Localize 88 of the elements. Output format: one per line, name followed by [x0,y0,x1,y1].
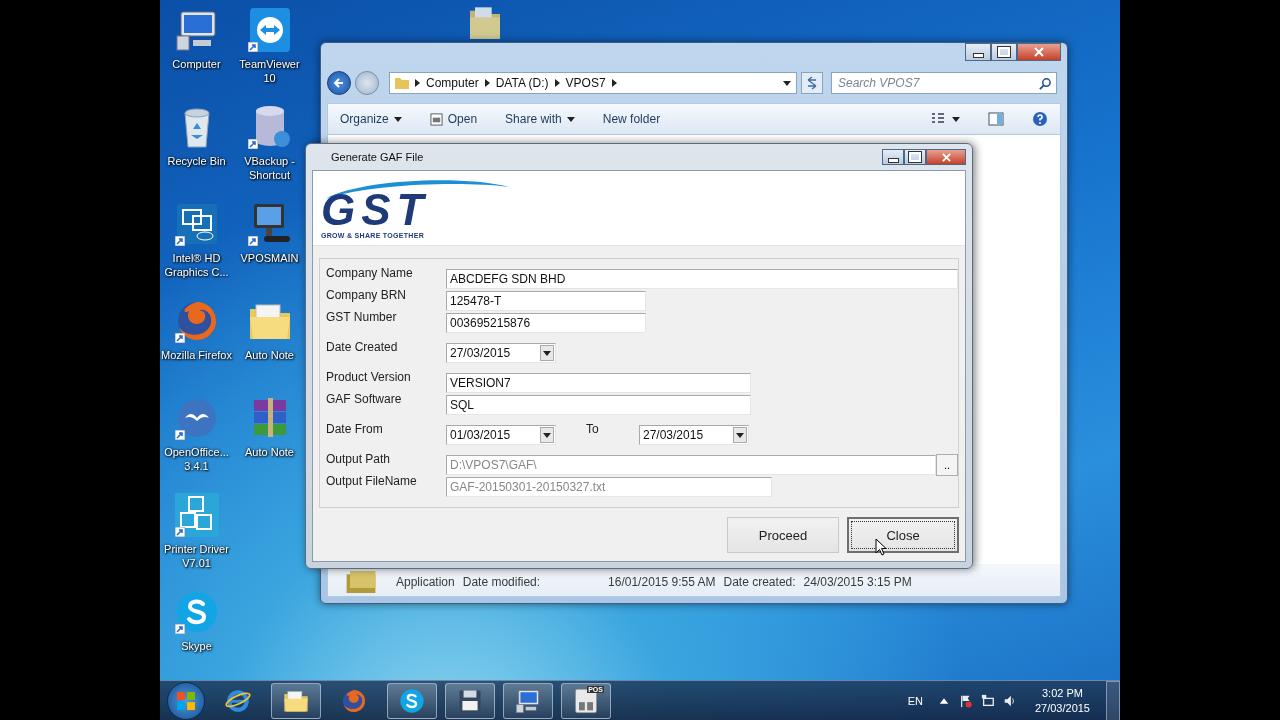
taskbar-button[interactable] [387,682,437,719]
text-field[interactable]: ABCDEFG SDN BHD [446,269,958,289]
desktop-icon[interactable]: VPOSMAIN [233,200,306,265]
file-detail: 24/03/2015 3:15 PM [803,575,912,589]
text-field[interactable]: SQL [446,395,751,415]
field-label: GAF Software [326,392,403,406]
desktop-icon[interactable]: Recycle Bin [160,103,233,168]
field-label: Product Version [326,370,412,384]
breadcrumb-item[interactable]: Computer [426,76,479,90]
text-field[interactable]: VERSION7 [446,373,751,393]
network-icon[interactable] [980,693,995,708]
close-button[interactable] [1017,43,1061,61]
date-dropdown[interactable]: 27/03/2015 [639,425,749,445]
help-icon[interactable] [1032,111,1048,127]
text-field[interactable]: 125478-T [446,291,646,311]
file-detail: Date modified: [462,575,541,589]
s-cloud-icon [398,686,426,715]
separator-arrow-icon[interactable] [484,79,490,87]
clock[interactable]: 3:02 PM 27/03/2015 [1034,685,1090,716]
dialog-button[interactable]: Close [847,517,959,553]
taskbar-button[interactable] [503,682,553,719]
toolbar-button[interactable]: New folder [602,112,661,126]
breadcrumb-item[interactable]: DATA (D:) [495,76,549,90]
field-label: Date From [326,422,384,436]
application-icon [346,571,376,593]
caret-icon [783,80,791,86]
taskbar-button[interactable] [445,682,495,719]
caret-icon [952,116,960,122]
separator-arrow-icon[interactable] [554,79,560,87]
language-indicator[interactable]: EN [907,694,923,707]
taskbar-button[interactable] [271,682,321,719]
dialog-button[interactable]: Proceed [727,517,839,553]
caret-icon [543,350,551,356]
field-label: Company Name [326,266,414,280]
folder-icon [395,77,409,89]
field-label: Output Path [326,452,392,466]
refresh-button[interactable] [801,72,823,94]
field-label: To [586,422,600,436]
minimize-button[interactable] [882,149,904,165]
desktop-icon[interactable]: Computer [160,6,233,71]
minimize-button[interactable] [965,43,991,61]
date-dropdown[interactable]: 01/03/2015 [446,425,556,445]
show-desktop-button[interactable] [1106,680,1120,720]
caret-icon [736,432,744,438]
desktop-icon[interactable]: OpenOffice... 3.4.1 [160,394,233,473]
caret-icon [543,432,551,438]
flag-icon[interactable] [958,693,973,708]
address-bar[interactable]: Computer DATA (D:) VPOS7 [389,72,797,94]
date-dropdown[interactable]: 27/03/2015 [446,343,556,363]
close-button[interactable] [926,149,966,165]
four-squares-icon [177,691,195,710]
window-title: Generate GAF File [331,151,424,163]
toolbar-button[interactable]: Share with [505,112,575,126]
mouse-cursor-icon [875,538,887,556]
start-button[interactable] [167,681,205,720]
file-detail: 16/01/2015 9:55 AM [608,575,716,589]
field-label: Output FileName [326,474,418,488]
maximize-button[interactable] [991,43,1017,61]
search-field[interactable]: Search VPOS7 [831,72,1057,94]
toolbar-button[interactable]: Organize [340,112,402,126]
field-label: Date Created [326,340,399,354]
desktop-icon[interactable]: Intel® HD Graphics C... [160,200,233,279]
back-arrow-icon [333,77,345,89]
caret-icon [393,116,402,122]
speaker-icon[interactable] [1002,693,1017,708]
search-icon [1039,77,1052,90]
refresh-icon [805,76,819,90]
field-label: GST Number [326,310,398,324]
desktop-icon[interactable]: Auto Note [233,297,306,362]
breadcrumb-item[interactable]: VPOS7 [565,76,606,90]
separator-arrow-icon[interactable] [415,79,420,87]
back-button[interactable] [327,71,351,95]
toolbar-button[interactable]: Open [429,112,478,126]
desktop-icon[interactable]: VBackup - Shortcut [233,103,306,182]
blocks-icon [172,491,221,539]
maximize-button[interactable] [904,149,926,165]
close-icon [941,152,951,162]
text-field[interactable]: 003695215876 [446,313,646,333]
preview-pane-icon[interactable] [988,111,1004,127]
desktop-icon[interactable]: Mozilla Firefox [160,297,233,362]
separator-arrow-icon[interactable] [611,79,617,87]
caret-icon [566,116,575,122]
file-detail: Date created: [723,575,796,589]
close-icon [1034,47,1044,57]
file-detail: Application [396,575,455,589]
desktop-icon[interactable]: TeamViewer 10 [233,6,306,85]
document-icon [429,112,443,126]
field-label: Company BRN [326,288,408,302]
